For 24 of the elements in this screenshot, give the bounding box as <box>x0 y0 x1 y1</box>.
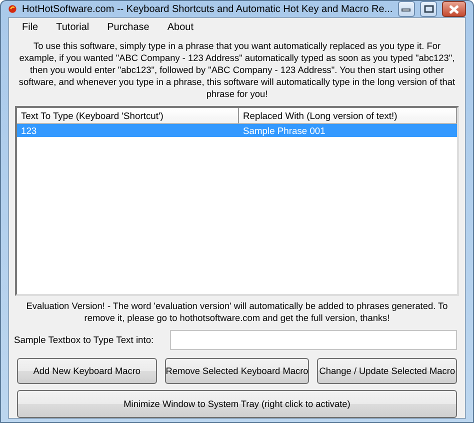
column-header[interactable]: Text To Type (Keyboard 'Shortcut') <box>17 108 239 124</box>
macro-button[interactable]: Remove Selected Keyboard Macro <box>164 358 310 384</box>
window-title: HotHotSoftware.com -- Keyboard Shortcuts and Automatic Hot Key and Macro Re... <box>22 4 393 14</box>
menu-item[interactable]: Tutorial <box>47 22 98 32</box>
maximize-button[interactable] <box>420 1 438 17</box>
table-cell-text: 123 <box>20 124 38 137</box>
macro-button[interactable]: Change / Update Selected Macro <box>317 358 458 384</box>
macro-button[interactable]: Add New Keyboard Macro <box>17 358 157 384</box>
menu-item[interactable]: File <box>13 22 48 32</box>
instructions-text: To use this software, simply type in a phrase that you want automatically replaced as you type it. For example, if you wanted "ABC Company - 123 Address" automatically typed as soon as you typed "abc123", then you would enter "abc123", followed by "ABC Company - 123 Address". You then start using other software, and whenever you type in a phrase, this software will automatically type in the long version of that phrase for you! <box>18 40 456 100</box>
evaluation-notice: Evaluation Version! - The word 'evaluation version' will automatically be added to phrases generated. To remove it, please go to hothotsoftware.com and get the full version, thanks! <box>25 300 449 324</box>
close-button[interactable] <box>442 1 466 17</box>
maximize-icon <box>424 5 434 13</box>
menu-item[interactable]: About <box>158 22 202 32</box>
minimize-icon <box>401 6 412 12</box>
minimize-button[interactable] <box>398 1 415 17</box>
close-icon <box>449 4 460 14</box>
table-cell-text: Sample Phrase 001 <box>242 124 326 137</box>
menu-item[interactable]: Purchase <box>98 22 158 32</box>
field-label: Sample Textbox to Type Text into: <box>14 333 155 347</box>
app-icon <box>8 2 17 16</box>
minimize-to-tray-button[interactable]: Minimize Window to System Tray (right click to activate) <box>17 390 457 418</box>
sample-text-field[interactable] <box>170 330 457 350</box>
column-header[interactable]: Replaced With (Long version of text!) <box>239 108 457 124</box>
